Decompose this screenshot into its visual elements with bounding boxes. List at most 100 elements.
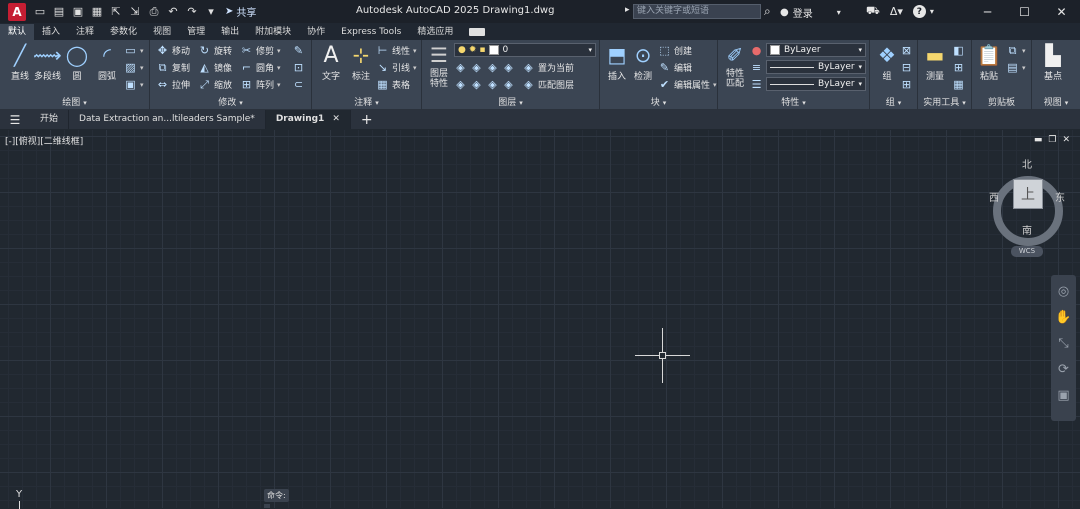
create-block-tool[interactable]: ⬚ 创建 (658, 44, 692, 57)
viewport-close-icon[interactable]: ✕ (1062, 135, 1070, 145)
layer-isolate-icon[interactable]: ◈ (454, 61, 467, 74)
panel-title-modify[interactable]: 修改 ▾ (150, 97, 311, 110)
tab-annotate[interactable]: 注释 (68, 24, 102, 40)
text-tool[interactable]: A 文字 (318, 42, 344, 83)
search-icon[interactable]: ⌕ (764, 4, 771, 19)
layer-lock-icon[interactable]: ◈ (502, 61, 515, 74)
save-as-icon[interactable]: ▦ (89, 4, 105, 20)
steering-wheel-icon[interactable]: ◎ (1056, 283, 1072, 299)
zoom-extents-icon[interactable]: ⤡ (1056, 335, 1072, 351)
compass-north[interactable]: 北 (1022, 156, 1032, 171)
array-tool[interactable]: ⊞ 阵列 ▾ (240, 78, 281, 91)
panel-title-groups[interactable]: 组 ▾ (870, 97, 917, 110)
panel-title-utilities[interactable]: 实用工具 ▾ (918, 97, 971, 110)
linetype-dropdown[interactable]: ByLayer ▾ (766, 60, 866, 74)
viewport-minimize-icon[interactable]: ▬ (1034, 135, 1043, 145)
select-all-icon[interactable]: ⊞ (952, 61, 965, 74)
file-tab-data-extraction[interactable]: Data Extraction an...ltileaders Sample* (69, 110, 266, 129)
fillet-tool[interactable]: ⌐ 圆角 ▾ (240, 61, 281, 74)
stretch-tool[interactable]: ⇔ 拉伸 (156, 78, 190, 91)
trim-tool[interactable]: ✂ 修剪 ▾ (240, 44, 281, 57)
viewcube-top-face[interactable]: 上 (1013, 179, 1043, 209)
color-dropdown[interactable]: ByLayer ▾ (766, 43, 866, 57)
layer-dropdown[interactable]: ● ✹ ▪ 0 ▾ (454, 43, 596, 57)
match-layer-tool[interactable]: ◈ 匹配图层 (522, 78, 574, 91)
panel-title-clipboard[interactable]: 剪贴板 (972, 97, 1031, 110)
ungroup-icon[interactable]: ⊠ (900, 44, 913, 57)
help-dropdown-icon[interactable]: ▾ (930, 7, 934, 16)
compass-east[interactable]: 东 (1055, 189, 1065, 204)
tab-output[interactable]: 输出 (213, 24, 247, 40)
customize-qat-icon[interactable]: ▾ (203, 4, 219, 20)
open-web-icon[interactable]: ⇱ (108, 4, 124, 20)
quick-select-icon[interactable]: ◧ (952, 44, 965, 57)
drawing-canvas[interactable]: [-][俯视][二维线框] ▬ ❐ ✕ 上 北 南 东 西 WCS ◎ ✋ ⤡ … (0, 130, 1080, 509)
scale-tool[interactable]: ⤢ 缩放 (198, 78, 232, 92)
tab-view[interactable]: 视图 (145, 24, 179, 40)
cart-icon[interactable]: ⛟ (866, 4, 880, 19)
match-properties-tool[interactable]: ✐ 特性 匹配 (722, 42, 748, 89)
wcs-menu[interactable]: WCS (1011, 246, 1043, 257)
edit-attributes-tool[interactable]: ✔ 编辑属性 ▾ (658, 78, 717, 91)
panel-title-annotation[interactable]: 注释 ▾ (312, 97, 421, 110)
tab-collaborate[interactable]: 协作 (299, 24, 333, 40)
layer-off-icon[interactable]: ◈ (470, 61, 483, 74)
group-edit-icon[interactable]: ⊟ (900, 61, 913, 74)
tab-manage[interactable]: 管理 (179, 24, 213, 40)
circle-tool[interactable]: ◯ 圆 (64, 42, 90, 82)
search-input[interactable]: 键入关键字或短语 (633, 4, 761, 19)
tab-parametric[interactable]: 参数化 (102, 24, 145, 40)
calculator-icon[interactable]: ▦ (952, 78, 965, 91)
redo-icon[interactable]: ↷ (184, 4, 200, 20)
erase-tool[interactable]: ✎ (292, 44, 305, 57)
command-line-input[interactable] (264, 504, 270, 508)
file-tab-drawing1[interactable]: Drawing1 ✕ (265, 110, 351, 129)
close-tab-icon[interactable]: ✕ (332, 114, 340, 124)
linear-tool[interactable]: ⊢ 线性 ▾ (376, 44, 417, 57)
layer-unisolate-icon[interactable]: ◈ (454, 78, 467, 91)
new-tab-button[interactable]: + (351, 112, 383, 128)
orbit-icon[interactable]: ⟳ (1056, 361, 1072, 377)
search-expand-icon[interactable]: ▸ (625, 5, 630, 15)
compass-south[interactable]: 南 (1022, 222, 1032, 237)
ribbon-minimize-toggle[interactable] (469, 28, 486, 36)
move-tool[interactable]: ✥ 移动 (156, 44, 190, 57)
set-current-layer-tool[interactable]: ◈ 置为当前 (522, 61, 574, 74)
plot-icon[interactable]: ⎙ (146, 4, 162, 20)
copy-clip-icon[interactable]: ⧉ ▾ (1006, 44, 1026, 57)
layer-on-icon[interactable]: ◈ (470, 78, 483, 91)
panel-title-view[interactable]: 视图 ▾ (1032, 97, 1080, 110)
maximize-icon[interactable]: ☐ (1006, 0, 1043, 23)
tab-default[interactable]: 默认 (0, 24, 35, 40)
login-button[interactable]: ● 登录 ▾ (780, 5, 841, 20)
close-icon[interactable]: ✕ (1043, 0, 1080, 23)
polyline-tool[interactable]: ⟿ 多段线 (33, 42, 62, 82)
tab-featured-apps[interactable]: 精选应用 (409, 24, 461, 40)
group-tool[interactable]: ❖ 组 (874, 42, 900, 82)
paste-tool[interactable]: 📋 粘贴 (976, 42, 1002, 82)
lineweight-dropdown[interactable]: ByLayer ▾ (766, 77, 866, 91)
viewport-restore-icon[interactable]: ❐ (1048, 135, 1056, 145)
inspect-tool[interactable]: ⊙ 检测 (630, 42, 656, 82)
hamburger-menu-icon[interactable]: ☰ (0, 113, 30, 127)
layer-unlock-icon[interactable]: ◈ (502, 78, 515, 91)
panel-title-draw[interactable]: 绘图 ▾ (0, 97, 149, 110)
copy-tool[interactable]: ⧉ 复制 (156, 61, 190, 75)
panel-title-layers[interactable]: 图层 ▾ (422, 97, 599, 110)
share-button[interactable]: ➤ 共享 (225, 4, 256, 19)
layer-freeze-icon[interactable]: ◈ (486, 61, 499, 74)
autocad-app-button[interactable]: A (8, 2, 26, 21)
save-web-icon[interactable]: ⇲ (127, 4, 143, 20)
arc-tool[interactable]: ◜ 圆弧 (94, 42, 120, 82)
mirror-tool[interactable]: ◭ 镜像 (198, 61, 232, 74)
file-tab-start[interactable]: 开始 (30, 110, 70, 129)
explode-tool[interactable]: ⊡ (292, 61, 305, 74)
help-icon[interactable]: ? (912, 5, 926, 18)
autodesk-a360-icon[interactable]: Δ▾ (890, 5, 903, 18)
open-file-icon[interactable]: ▤ (51, 4, 67, 20)
base-view-tool[interactable]: ▙ 基点 (1040, 42, 1066, 82)
insert-tool[interactable]: ⬒ 插入 (604, 42, 630, 82)
group-select-icon[interactable]: ⊞ (900, 78, 913, 91)
measure-tool[interactable]: ▬ 测量 (922, 42, 948, 82)
tab-addins[interactable]: 附加模块 (247, 24, 299, 40)
